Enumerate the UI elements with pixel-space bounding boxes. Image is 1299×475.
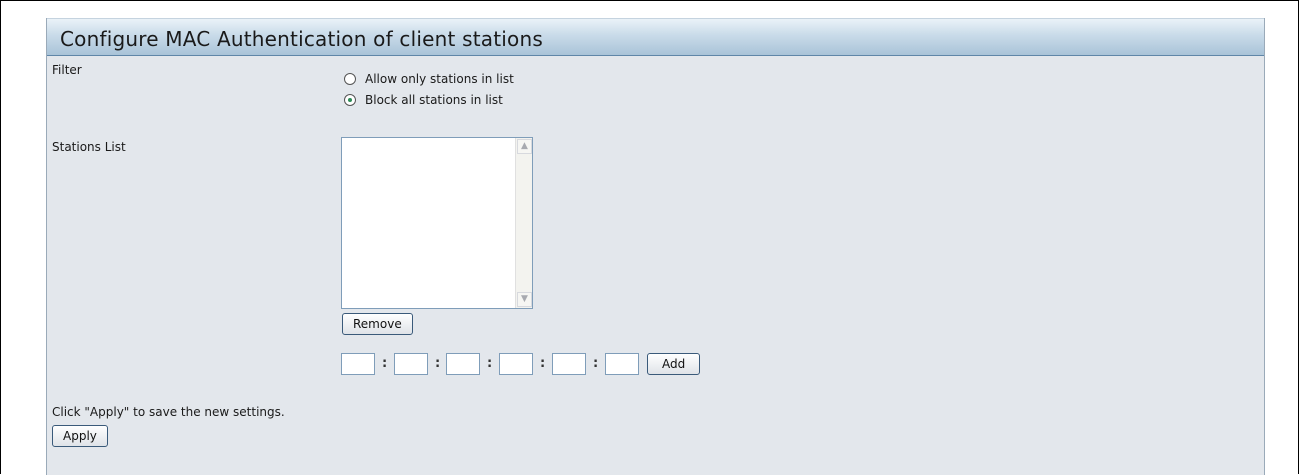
mac-auth-panel: Configure MAC Authentication of client s… xyxy=(46,18,1265,475)
stations-scrollbar[interactable]: ▲ ▼ xyxy=(515,138,532,308)
filter-option-allow-label: Allow only stations in list xyxy=(365,72,514,86)
mac-separator: : xyxy=(487,356,493,371)
mac-octet-2[interactable] xyxy=(394,353,428,375)
filter-option-allow[interactable]: Allow only stations in list xyxy=(344,70,514,88)
filter-label: Filter xyxy=(52,63,82,77)
mac-octet-3[interactable] xyxy=(446,353,480,375)
apply-hint: Click "Apply" to save the new settings. xyxy=(52,405,285,419)
filter-option-block-label: Block all stations in list xyxy=(365,93,503,107)
mac-separator: : xyxy=(382,356,388,371)
mac-octet-4[interactable] xyxy=(499,353,533,375)
radio-block[interactable] xyxy=(344,94,356,106)
stations-list-label: Stations List xyxy=(52,140,126,154)
filter-option-block[interactable]: Block all stations in list xyxy=(344,91,503,109)
mac-octet-5[interactable] xyxy=(552,353,586,375)
scroll-up-icon[interactable]: ▲ xyxy=(517,139,532,154)
scroll-down-icon[interactable]: ▼ xyxy=(517,292,532,307)
apply-button[interactable]: Apply xyxy=(52,425,108,447)
stations-listbox[interactable]: ▲ ▼ xyxy=(341,137,533,309)
mac-separator: : xyxy=(435,356,441,371)
radio-allow[interactable] xyxy=(344,73,356,85)
mac-separator: : xyxy=(540,356,546,371)
mac-separator: : xyxy=(593,356,599,371)
panel-header: Configure MAC Authentication of client s… xyxy=(47,18,1264,56)
remove-button[interactable]: Remove xyxy=(342,313,413,335)
mac-octet-1[interactable] xyxy=(341,353,375,375)
mac-octet-6[interactable] xyxy=(605,353,639,375)
page-title: Configure MAC Authentication of client s… xyxy=(60,27,543,51)
add-button[interactable]: Add xyxy=(647,353,701,375)
